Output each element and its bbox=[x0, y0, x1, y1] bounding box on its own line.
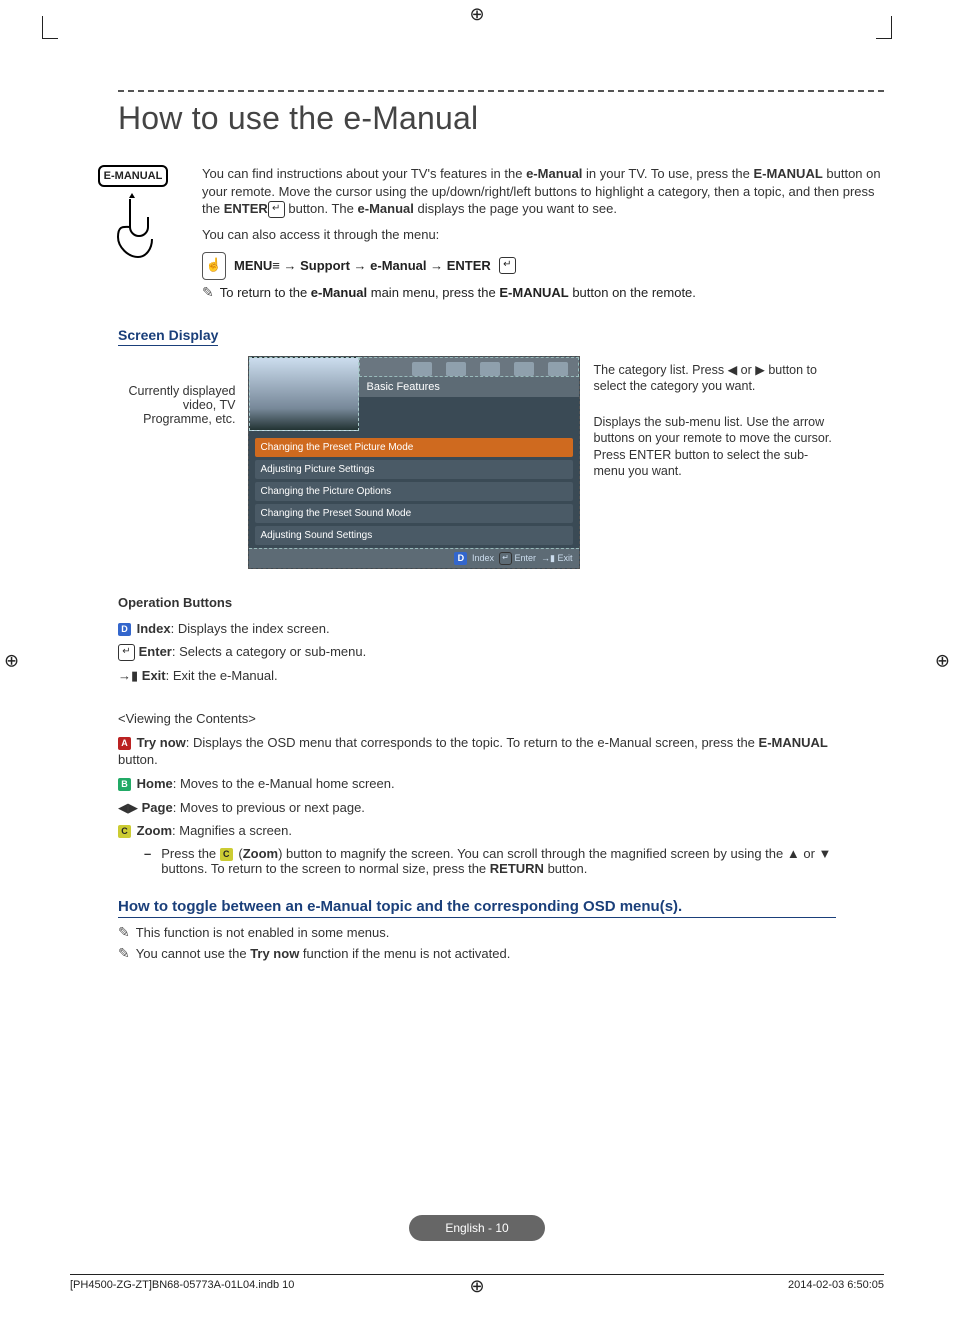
op-index: D Index: Displays the index screen. bbox=[118, 620, 836, 638]
note-icon: ✎ bbox=[202, 284, 214, 301]
screen-right-captions: The category list. Press ◀ or ▶ button t… bbox=[580, 356, 834, 500]
category-icons-row bbox=[359, 357, 579, 377]
note-line: ✎ You cannot use the Try now function if… bbox=[118, 945, 836, 962]
green-b-icon: B bbox=[118, 778, 131, 791]
hand-icon: ☝ bbox=[202, 252, 226, 280]
note-icon: ✎ bbox=[118, 924, 130, 941]
note-icon: ✎ bbox=[118, 945, 130, 962]
enter-icon: ↵ bbox=[499, 257, 516, 274]
left-right-icon: ◀▶ bbox=[118, 800, 138, 815]
toggle-notes: ✎ This function is not enabled in some m… bbox=[118, 924, 836, 962]
enter-icon: ↵ bbox=[499, 552, 512, 565]
submenu-item: Changing the Preset Picture Mode bbox=[255, 438, 573, 457]
submenu-item: Changing the Preset Sound Mode bbox=[255, 504, 573, 523]
intro-paragraph-1: You can find instructions about your TV'… bbox=[202, 165, 884, 218]
category-icon bbox=[412, 362, 432, 376]
category-caption: The category list. Press ◀ or ▶ button t… bbox=[594, 362, 834, 395]
crop-mark-left: ⊕ bbox=[4, 650, 19, 671]
operation-buttons-heading: Operation Buttons bbox=[118, 595, 836, 610]
viewing-contents-heading: <Viewing the Contents> bbox=[118, 711, 836, 726]
category-icon bbox=[480, 362, 500, 376]
red-a-icon: A bbox=[118, 737, 131, 750]
page-footer: English - 10 bbox=[0, 1215, 954, 1241]
submenu-item: Adjusting Picture Settings bbox=[255, 460, 573, 479]
op-enter: ↵ Enter: Selects a category or sub-menu. bbox=[118, 643, 836, 661]
menu-path-text: MENU≡ → Support → e-Manual → ENTER bbox=[234, 258, 491, 273]
yellow-c-icon: C bbox=[118, 825, 131, 838]
note-line: ✎ This function is not enabled in some m… bbox=[118, 924, 836, 941]
tv-screen-mock: Basic Features Changing the Preset Pictu… bbox=[248, 356, 580, 569]
dash-bullet: – bbox=[144, 846, 151, 876]
submenu-caption: Displays the sub-menu list. Use the arro… bbox=[594, 414, 834, 479]
crop-tick bbox=[891, 16, 892, 38]
op-try-now: A Try now: Displays the OSD menu that co… bbox=[118, 734, 836, 769]
hand-press-icon bbox=[88, 191, 178, 265]
category-icon bbox=[446, 362, 466, 376]
footer-datetime: 2014-02-03 6:50:05 bbox=[788, 1279, 884, 1291]
intro-paragraph-2: You can also access it through the menu: bbox=[202, 226, 884, 244]
e-manual-remote-button: E-MANUAL bbox=[98, 165, 169, 187]
footer-filename: [PH4500-ZG-ZT]BN68-05773A-01L04.indb 10 bbox=[70, 1279, 294, 1291]
manual-page: ⊕ ⊕ ⊕ ⊕ How to use the e-Manual E-MANUAL… bbox=[0, 0, 954, 1321]
screen-footer-bar: D Index ↵ Enter →▮ Exit bbox=[249, 548, 579, 568]
op-home: B Home: Moves to the e-Manual home scree… bbox=[118, 775, 836, 793]
toggle-heading: How to toggle between an e-Manual topic … bbox=[118, 898, 836, 918]
screen-display-heading: Screen Display bbox=[118, 327, 218, 346]
crop-mark-top: ⊕ bbox=[469, 4, 484, 25]
crop-tick bbox=[876, 38, 892, 39]
page-number-pill: English - 10 bbox=[409, 1215, 544, 1241]
submenu-list: Changing the Preset Picture Mode Adjusti… bbox=[249, 431, 579, 545]
remote-illustration: E-MANUAL bbox=[88, 165, 178, 265]
submenu-item: Changing the Picture Options bbox=[255, 482, 573, 501]
intro-row: E-MANUAL You can find instructions about… bbox=[88, 165, 884, 305]
enter-icon: ↵ bbox=[118, 644, 135, 661]
op-zoom-sub: – Press the C (Zoom) button to magnify t… bbox=[144, 846, 836, 876]
crop-mark-right: ⊕ bbox=[935, 650, 950, 671]
crop-tick bbox=[42, 16, 43, 38]
screen-display-figure: Currently displayed video, TV Programme,… bbox=[118, 356, 836, 569]
blue-d-icon: D bbox=[118, 623, 131, 636]
menu-path: ☝ MENU≡ → Support → e-Manual → ENTER ↵ bbox=[202, 252, 884, 280]
exit-icon: →▮ bbox=[118, 668, 138, 683]
header-separator bbox=[118, 90, 884, 92]
footer-rule bbox=[70, 1274, 884, 1275]
screen-left-caption: Currently displayed video, TV Programme,… bbox=[121, 356, 248, 426]
op-exit: →▮ Exit: Exit the e-Manual. bbox=[118, 667, 836, 685]
op-zoom: C Zoom: Magnifies a screen. bbox=[118, 822, 836, 840]
category-label: Basic Features bbox=[359, 377, 579, 397]
category-icon bbox=[514, 362, 534, 376]
blue-d-icon: D bbox=[454, 552, 467, 565]
video-preview bbox=[249, 357, 359, 431]
operation-buttons-section: Operation Buttons D Index: Displays the … bbox=[118, 595, 836, 876]
yellow-c-icon: C bbox=[220, 848, 233, 861]
note-line: ✎ To return to the e-Manual main menu, p… bbox=[202, 284, 884, 301]
intro-text: You can find instructions about your TV'… bbox=[202, 165, 884, 305]
crop-mark-bottom: ⊕ bbox=[469, 1276, 484, 1297]
page-title: How to use the e-Manual bbox=[118, 100, 884, 137]
op-page: ◀▶ Page: Moves to previous or next page. bbox=[118, 799, 836, 817]
submenu-item: Adjusting Sound Settings bbox=[255, 526, 573, 545]
enter-icon: ↵ bbox=[268, 201, 285, 218]
category-icon bbox=[548, 362, 568, 376]
crop-tick bbox=[42, 38, 58, 39]
